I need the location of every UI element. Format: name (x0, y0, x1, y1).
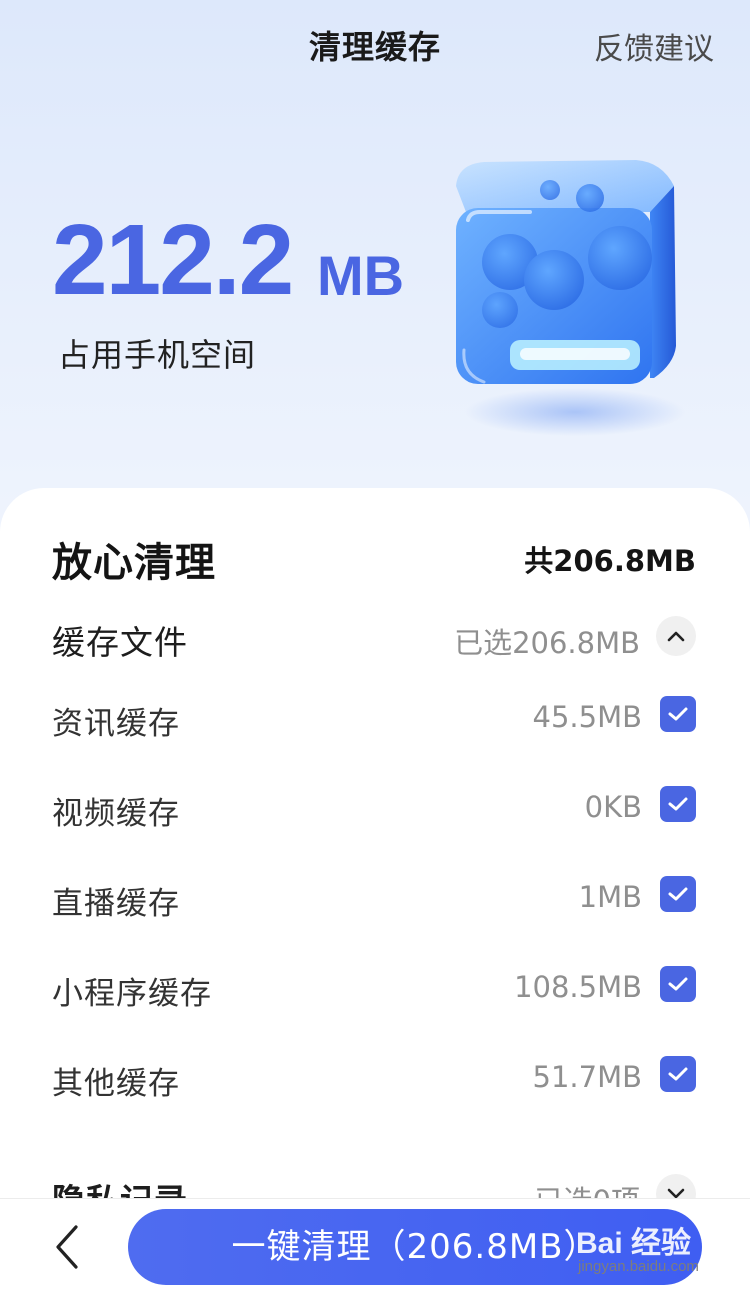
bottom-action-bar: 一键清理（206.8MB） (0, 1198, 750, 1295)
item-checkbox[interactable] (660, 696, 696, 732)
item-label: 其他缓存 (52, 1066, 180, 1102)
cache-item-other[interactable]: 其他缓存 51.7MB (52, 1052, 696, 1102)
chevron-up-icon (667, 631, 685, 642)
chevron-left-icon (56, 1225, 78, 1269)
section-total-size: 共206.8MB (524, 544, 696, 578)
cache-item-mini-program[interactable]: 小程序缓存 108.5MB (52, 962, 696, 1012)
checkmark-icon (668, 887, 688, 901)
item-size: 51.7MB (532, 1060, 643, 1094)
item-checkbox[interactable] (660, 1056, 696, 1092)
cache-item-news[interactable]: 资讯缓存 45.5MB (52, 692, 696, 742)
safe-clean-section-header: 放心清理 共206.8MB (52, 530, 696, 586)
group-title: 缓存文件 (52, 623, 188, 662)
item-label: 资讯缓存 (52, 706, 180, 742)
collapse-button[interactable] (656, 616, 696, 656)
item-label: 小程序缓存 (52, 976, 212, 1012)
one-click-clean-button[interactable]: 一键清理（206.8MB） (128, 1209, 702, 1285)
item-checkbox[interactable] (660, 876, 696, 912)
checkmark-icon (668, 707, 688, 721)
item-size: 45.5MB (532, 700, 643, 734)
storage-summary: 212.2 MB 占用手机空间 (52, 205, 472, 395)
item-label: 视频缓存 (52, 796, 180, 832)
cache-item-live[interactable]: 直播缓存 1MB (52, 872, 696, 922)
item-size: 108.5MB (514, 970, 642, 1004)
group-selected-size: 已选206.8MB (454, 626, 640, 660)
ice-cube-illustration (440, 150, 690, 450)
storage-size-value: 212.2 (52, 204, 294, 316)
checkmark-icon (668, 1067, 688, 1081)
item-checkbox[interactable] (660, 966, 696, 1002)
item-size: 1MB (578, 880, 642, 914)
cache-item-video[interactable]: 视频缓存 0KB (52, 782, 696, 832)
storage-size-unit: MB (317, 244, 405, 307)
back-button[interactable] (46, 1219, 94, 1275)
top-bar: 清理缓存 反馈建议 (0, 0, 750, 90)
item-checkbox[interactable] (660, 786, 696, 822)
storage-caption: 占用手机空间 (58, 336, 257, 374)
checkmark-icon (668, 977, 688, 991)
checkmark-icon (668, 797, 688, 811)
item-size: 0KB (584, 790, 642, 824)
item-label: 直播缓存 (52, 886, 180, 922)
cache-files-group-header[interactable]: 缓存文件 已选206.8MB (52, 612, 696, 662)
feedback-link[interactable]: 反馈建议 (594, 24, 714, 68)
section-title: 放心清理 (52, 540, 216, 586)
